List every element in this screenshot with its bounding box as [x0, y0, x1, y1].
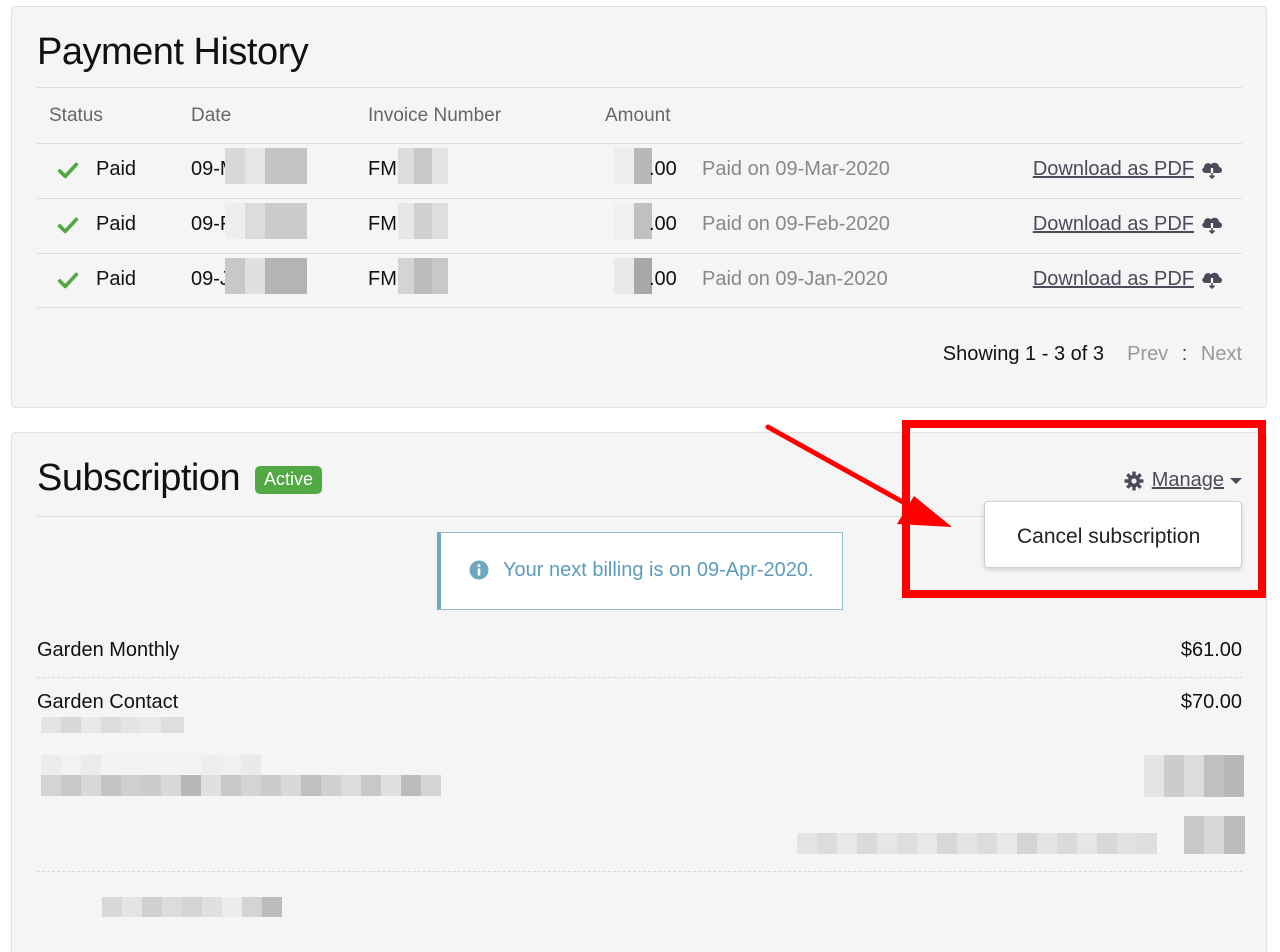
redacted-text [797, 833, 1157, 854]
invoice-cell: FM [368, 158, 397, 180]
line-item-name: Garden Contact [37, 691, 179, 713]
download-pdf-link[interactable]: Download as PDF [1033, 158, 1194, 181]
table-row: Paid 09-J FM .00 Paid on 09-Jan-2020 Dow… [37, 253, 1242, 308]
invoice-cell: FM [368, 213, 397, 235]
divider [37, 87, 1242, 88]
amount-cell: .00 [649, 158, 677, 180]
amount-cell: .00 [649, 213, 677, 235]
column-header-status: Status [49, 105, 103, 126]
check-icon [57, 272, 79, 289]
divider [37, 677, 1242, 678]
next-link[interactable]: Next [1201, 343, 1242, 365]
check-icon [57, 162, 79, 179]
redacted-text [1184, 816, 1245, 854]
paid-on-text: Paid on 09-Mar-2020 [702, 158, 890, 180]
cloud-download-icon[interactable] [1200, 268, 1224, 290]
annotation-highlight-box [902, 420, 1266, 598]
pagination-summary: Showing 1 - 3 of 3 [942, 343, 1104, 365]
info-circle-icon [469, 560, 489, 580]
table-row: Paid 09-M FM .00 Paid on 09-Mar-2020 Dow… [37, 143, 1242, 198]
table-row: Paid 09-F FM .00 Paid on 09-Feb-2020 Dow… [37, 198, 1242, 253]
redacted-text [102, 897, 282, 917]
page-title: Payment History [37, 31, 309, 73]
column-header-amount: Amount [605, 105, 671, 126]
line-item-name: Garden Monthly [37, 639, 180, 661]
redacted-date [225, 258, 307, 294]
payment-history-panel: Payment History Status Date Invoice Numb… [11, 6, 1267, 408]
download-pdf-link[interactable]: Download as PDF [1033, 213, 1194, 236]
redacted-date [225, 203, 307, 239]
status-badge: Active [255, 466, 323, 494]
pagination: Prev : Next [1127, 343, 1242, 366]
prev-link[interactable]: Prev [1127, 343, 1168, 365]
column-header-invoice: Invoice Number [368, 105, 502, 126]
paid-on-text: Paid on 09-Jan-2020 [702, 268, 888, 290]
redacted-text [41, 775, 441, 796]
check-icon [57, 217, 79, 234]
line-item: Garden Contact $70.00 [37, 691, 1242, 714]
status-paid: Paid [96, 268, 137, 290]
line-item-price: $61.00 [1180, 639, 1242, 661]
redacted-text [41, 717, 184, 733]
line-item-price: $70.00 [1180, 691, 1242, 713]
redacted-text [41, 755, 261, 775]
redacted-amount [614, 148, 652, 184]
pagination-separator: : [1181, 343, 1188, 365]
redacted-amount [614, 258, 652, 294]
redacted-amount [614, 203, 652, 239]
billing-notice-alert: Your next billing is on 09-Apr-2020. [437, 532, 843, 610]
redacted-invoice [398, 203, 448, 239]
redacted-text [1144, 755, 1244, 797]
redacted-date [225, 148, 307, 184]
download-pdf-link[interactable]: Download as PDF [1033, 268, 1194, 291]
subscription-title: Subscription [37, 457, 241, 499]
redacted-invoice [398, 258, 448, 294]
paid-on-text: Paid on 09-Feb-2020 [702, 213, 890, 235]
billing-notice-text: Your next billing is on 09-Apr-2020. [503, 559, 814, 581]
status-paid: Paid [96, 213, 137, 235]
status-paid: Paid [96, 158, 137, 180]
column-header-date: Date [191, 105, 232, 126]
amount-cell: .00 [649, 268, 677, 290]
line-item: Garden Monthly $61.00 [37, 639, 1242, 662]
redacted-invoice [398, 148, 448, 184]
divider [37, 871, 1242, 872]
cloud-download-icon[interactable] [1200, 213, 1224, 235]
invoice-cell: FM [368, 268, 397, 290]
cloud-download-icon[interactable] [1200, 158, 1224, 180]
